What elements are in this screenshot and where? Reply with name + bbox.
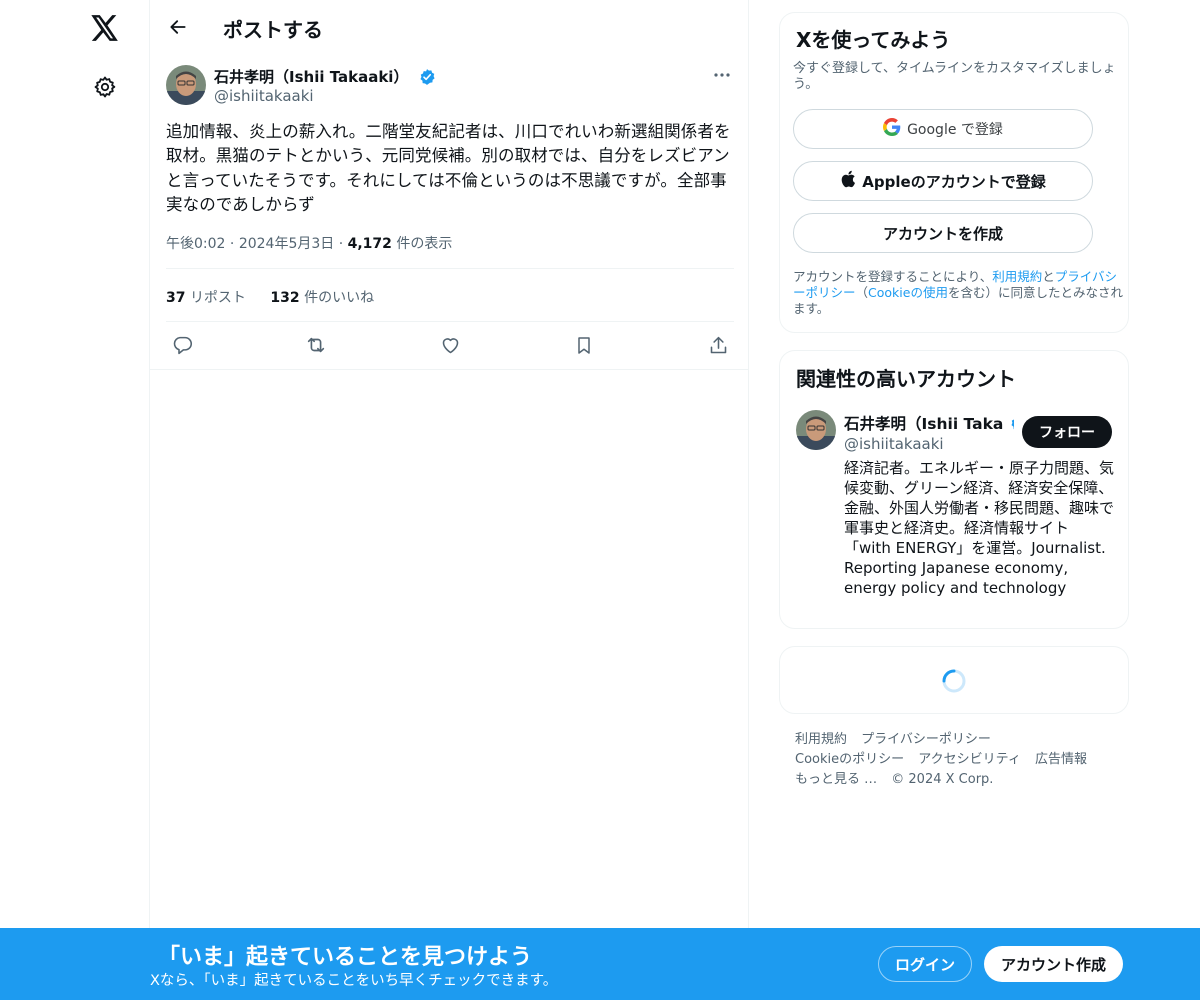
page-title: ポストする xyxy=(223,18,323,42)
avatar[interactable] xyxy=(796,410,836,450)
follow-button[interactable]: フォロー xyxy=(1022,416,1112,448)
back-arrow-icon[interactable] xyxy=(162,11,194,43)
footer-link-privacy[interactable]: プライバシーポリシー xyxy=(861,732,991,747)
footer-link-more[interactable]: もっと見る … xyxy=(795,772,877,787)
legal-mid: （ xyxy=(855,285,869,300)
divider xyxy=(150,369,748,370)
reposts-label: リポスト xyxy=(189,290,246,306)
google-signup-label: Google で登録 xyxy=(907,122,1003,138)
apple-signup-button[interactable]: Appleのアカウントで登録 xyxy=(793,161,1093,201)
apple-icon xyxy=(840,170,856,192)
signup-banner: 「いま」起きていることを見つけよう Xなら、「いま」起きていることをいち早くチェ… xyxy=(0,928,1200,1000)
legal-and: と xyxy=(1042,269,1055,284)
related-accounts-card: 関連性の高いアカウント 石井孝明（Ishii Taka @ishiitakaak… xyxy=(779,350,1129,629)
spinner-icon xyxy=(941,668,967,694)
footer-link-cookie[interactable]: Cookieのポリシー xyxy=(795,752,904,767)
divider xyxy=(166,321,734,322)
apple-signup-label: Appleのアカウントで登録 xyxy=(862,172,1046,191)
likes-label: 件のいいね xyxy=(304,290,375,306)
legal-prefix: アカウントを登録することにより、 xyxy=(793,269,993,284)
likes-stat[interactable]: 132 件のいいね xyxy=(270,290,374,306)
post-actions xyxy=(150,333,748,357)
create-account-label: アカウントを作成 xyxy=(882,224,1003,243)
related-name-label: 石井孝明（Ishii Taka xyxy=(844,415,1004,433)
login-button[interactable]: ログイン xyxy=(878,946,972,982)
banner-subtitle: Xなら、「いま」起きていることをいち早くチェックできます。 xyxy=(150,973,558,989)
google-icon xyxy=(883,118,901,140)
signup-subtitle: 今すぐ登録して、タイムラインをカスタマイズしましょう。 xyxy=(793,61,1116,92)
terms-link[interactable]: 利用規約 xyxy=(992,269,1042,284)
post-time[interactable]: 午後0:02 xyxy=(166,236,225,252)
main-column: ポストする 石井孝明（Ishii Takaaki） @ishiitakaaki … xyxy=(149,0,749,1000)
page-header: ポストする xyxy=(150,0,748,53)
verified-badge-icon xyxy=(418,68,436,86)
x-logo-icon[interactable] xyxy=(88,11,122,45)
views-label: 件の表示 xyxy=(396,236,453,252)
repost-icon[interactable] xyxy=(304,333,328,357)
legal-notice: アカウントを登録することにより、利用規約とプライバシーポリシー（Cookieの使… xyxy=(793,269,1123,317)
like-icon[interactable] xyxy=(438,333,462,357)
avatar[interactable] xyxy=(166,65,206,105)
related-name[interactable]: 石井孝明（Ishii Taka xyxy=(844,412,1014,434)
google-signup-button[interactable]: Google で登録 xyxy=(793,109,1093,149)
post-meta: 午後0:02 · 2024年5月3日 · 4,172 件の表示 xyxy=(166,236,453,252)
left-nav xyxy=(0,0,150,1000)
author-name-label: 石井孝明（Ishii Takaaki） xyxy=(214,68,409,86)
footer-link-terms[interactable]: 利用規約 xyxy=(795,732,847,747)
post-text: 追加情報、炎上の薪入れ。二階堂友紀記者は、川口でれいわ新選組関係者を取材。黒猫の… xyxy=(166,122,731,215)
views-count: 4,172 xyxy=(347,236,392,252)
related-bio: 経済記者。エネルギー・原子力問題、気候変動、グリーン経済、経済安全保障、金融、外… xyxy=(844,459,1115,597)
create-account-button[interactable]: アカウントを作成 xyxy=(793,213,1093,253)
footer-link-accessibility[interactable]: アクセシビリティ xyxy=(918,752,1021,767)
signup-card: Xを使ってみよう 今すぐ登録して、タイムラインをカスタマイズしましょう。 Goo… xyxy=(779,12,1129,333)
banner-title: 「いま」起きていることを見つけよう xyxy=(158,945,533,970)
loading-card xyxy=(779,646,1129,714)
divider xyxy=(166,268,734,269)
post-stats: 37 リポスト 132 件のいいね xyxy=(166,287,394,307)
footer-copyright: © 2024 X Corp. xyxy=(891,772,994,787)
signup-title: Xを使ってみよう xyxy=(796,28,951,52)
footer-links: 利用規約 プライバシーポリシー Cookieのポリシー アクセシビリティ 広告情… xyxy=(795,730,1125,790)
related-title: 関連性の高いアカウント xyxy=(796,367,1016,391)
footer-link-ads[interactable]: 広告情報 xyxy=(1035,752,1087,767)
post-date[interactable]: 2024年5月3日 xyxy=(239,236,334,252)
reply-icon[interactable] xyxy=(170,333,194,357)
reposts-count: 37 xyxy=(166,290,186,306)
author-name[interactable]: 石井孝明（Ishii Takaaki） xyxy=(214,66,436,87)
reposts-stat[interactable]: 37 リポスト xyxy=(166,290,246,306)
more-icon[interactable] xyxy=(706,63,738,87)
bookmark-icon[interactable] xyxy=(572,333,596,357)
verified-badge-icon xyxy=(1009,414,1014,432)
author-handle[interactable]: @ishiitakaaki xyxy=(214,87,314,105)
related-handle[interactable]: @ishiitakaaki xyxy=(844,435,944,453)
cookie-link[interactable]: Cookieの使用 xyxy=(868,285,948,300)
signup-button[interactable]: アカウント作成 xyxy=(984,946,1123,982)
share-icon[interactable] xyxy=(706,333,730,357)
likes-count: 132 xyxy=(270,290,300,306)
gear-icon[interactable] xyxy=(89,71,121,103)
